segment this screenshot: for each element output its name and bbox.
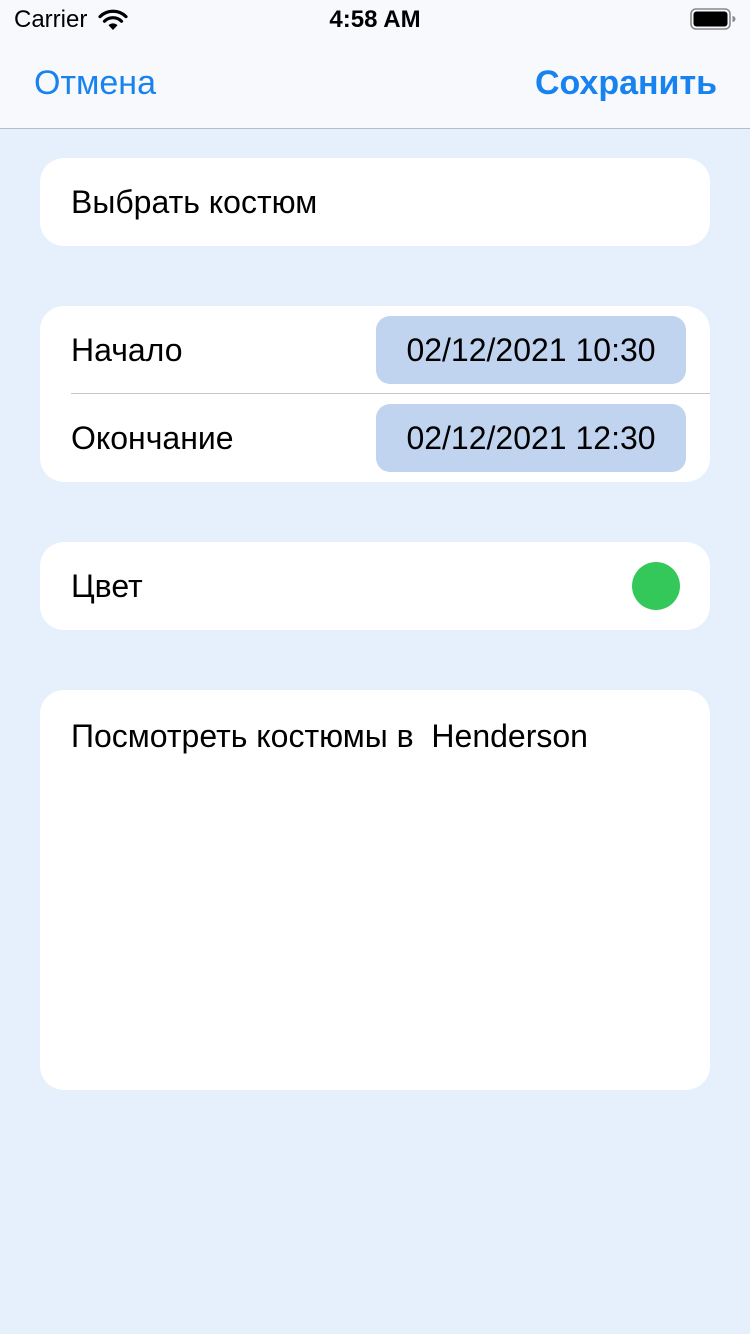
end-date-picker[interactable]: 02/12/2021 12:30 [376,404,686,472]
color-label: Цвет [71,568,143,604]
save-button[interactable]: Сохранить [535,64,717,103]
start-date-picker[interactable]: 02/12/2021 10:30 [376,316,686,384]
notes-text: Посмотреть костюмы в Henderson [71,718,588,754]
row-divider [71,393,710,394]
end-label: Окончание [71,420,234,456]
status-bar: Carrier 4:58 AM [0,0,750,40]
notes-text-area[interactable]: Посмотреть костюмы в Henderson [40,690,710,1090]
start-label: Начало [71,332,183,368]
color-swatch[interactable] [632,562,680,610]
select-costume-row[interactable]: Выбрать костюм [40,158,710,246]
select-costume-label: Выбрать костюм [71,184,318,220]
dates-card: Начало 02/12/2021 10:30 Окончание 02/12/… [40,306,710,482]
navigation-bar: Отмена Сохранить [0,40,750,129]
cancel-button[interactable]: Отмена [34,64,156,103]
battery-icon [690,8,736,30]
color-row[interactable]: Цвет [40,542,710,630]
status-time: 4:58 AM [329,6,421,33]
